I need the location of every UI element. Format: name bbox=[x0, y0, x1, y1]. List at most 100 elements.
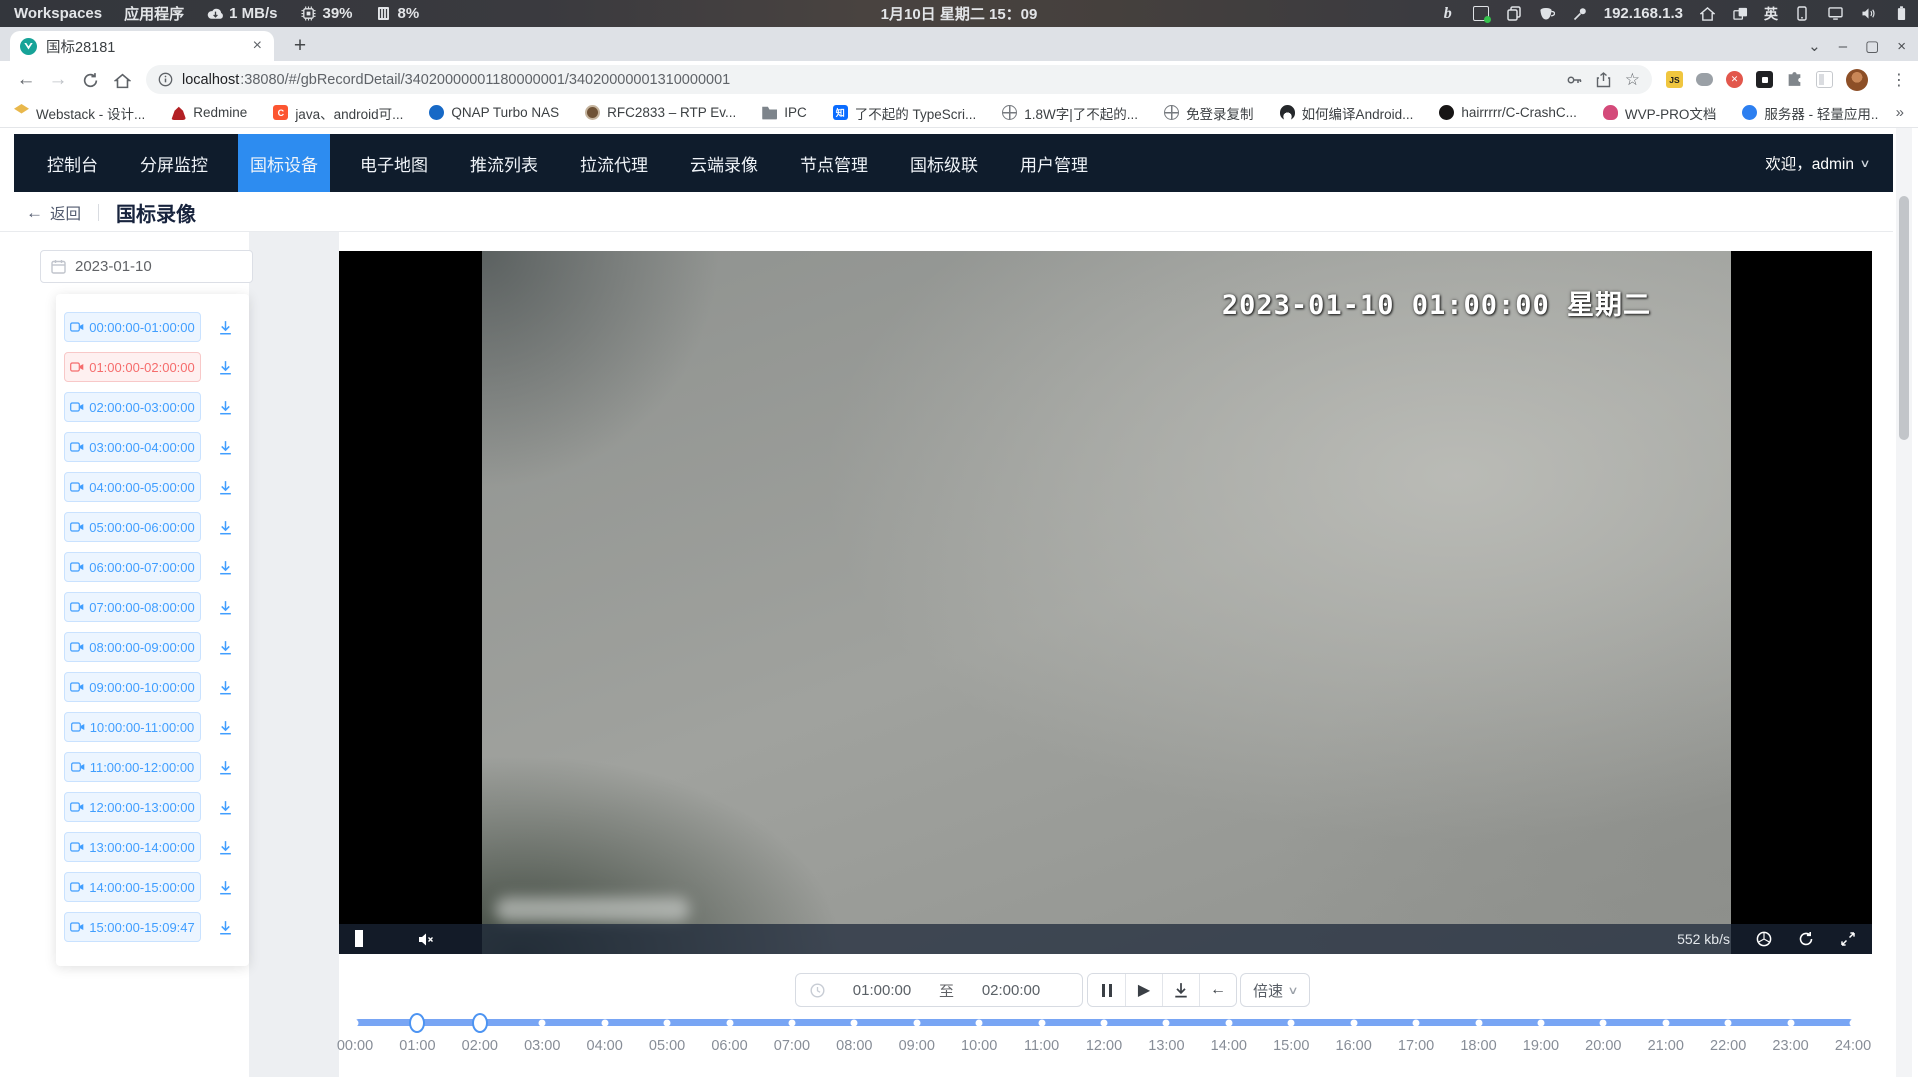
record-segment-button[interactable]: 12:00:00-13:00:00 bbox=[64, 792, 201, 822]
nav-item[interactable]: 用户管理 bbox=[1008, 134, 1100, 192]
timeline-track[interactable] bbox=[355, 1019, 1853, 1026]
coffee-cup-icon[interactable] bbox=[1538, 5, 1556, 23]
record-segment-button[interactable]: 06:00:00-07:00:00 bbox=[64, 552, 201, 582]
browser-back-button[interactable]: ← bbox=[13, 69, 39, 91]
window-minimize-button[interactable]: – bbox=[1839, 38, 1847, 55]
nav-item[interactable]: 国标设备 bbox=[238, 134, 330, 192]
browser-menu-kebab-icon[interactable]: ⋮ bbox=[1891, 70, 1907, 90]
bookmark-star-icon[interactable]: ☆ bbox=[1625, 70, 1640, 90]
tab-search-chevron-icon[interactable]: ⌄ bbox=[1808, 37, 1821, 55]
extension-js-icon[interactable]: JS bbox=[1666, 71, 1683, 88]
nav-item[interactable]: 电子地图 bbox=[348, 134, 440, 192]
phone-link-icon[interactable] bbox=[1793, 5, 1811, 23]
tray-app-notification-icon[interactable] bbox=[1472, 5, 1490, 23]
nav-item[interactable]: 控制台 bbox=[35, 134, 110, 192]
clock-date-button[interactable]: 1月10日 星期二 15：09 bbox=[881, 3, 1038, 24]
record-segment-button[interactable]: 01:00:00-02:00:00 bbox=[64, 352, 201, 382]
date-picker-input[interactable]: 2023-01-10 bbox=[40, 250, 253, 283]
profile-avatar[interactable] bbox=[1846, 69, 1868, 91]
bookmarks-overflow-chevron[interactable]: » bbox=[1896, 104, 1904, 121]
download-record-button[interactable] bbox=[216, 518, 234, 536]
bookmark-item[interactable]: hairrrrr/C-CrashC... bbox=[1439, 105, 1577, 120]
applications-button[interactable]: 应用程序 bbox=[124, 3, 184, 24]
download-record-button[interactable] bbox=[216, 718, 234, 736]
workspaces-button[interactable]: Workspaces bbox=[14, 5, 102, 22]
tab-close-icon[interactable]: × bbox=[251, 38, 264, 54]
download-record-button[interactable] bbox=[216, 838, 234, 856]
download-record-button[interactable] bbox=[216, 358, 234, 376]
record-segment-button[interactable]: 03:00:00-04:00:00 bbox=[64, 432, 201, 462]
nav-item[interactable]: 推流列表 bbox=[458, 134, 550, 192]
record-segment-button[interactable]: 08:00:00-09:00:00 bbox=[64, 632, 201, 662]
record-segment-button[interactable]: 02:00:00-03:00:00 bbox=[64, 392, 201, 422]
browser-home-button[interactable] bbox=[109, 71, 135, 89]
range-start-time[interactable]: 01:00:00 bbox=[825, 982, 939, 999]
bookmark-item[interactable]: C java、android可... bbox=[273, 103, 403, 123]
browser-tab-active[interactable]: 国标28181 × bbox=[10, 31, 274, 61]
pause-button[interactable] bbox=[1088, 974, 1125, 1006]
download-record-button[interactable] bbox=[216, 598, 234, 616]
record-segment-button[interactable]: 09:00:00-10:00:00 bbox=[64, 672, 201, 702]
record-segment-button[interactable]: 14:00:00-15:00:00 bbox=[64, 872, 201, 902]
window-close-button[interactable]: × bbox=[1897, 38, 1906, 55]
window-maximize-button[interactable]: ▢ bbox=[1865, 37, 1879, 55]
download-button[interactable] bbox=[1162, 974, 1199, 1006]
nav-item[interactable]: 云端录像 bbox=[678, 134, 770, 192]
share-icon[interactable] bbox=[1596, 72, 1611, 88]
bookmark-item[interactable]: 服务器 - 轻量应用... bbox=[1742, 103, 1877, 123]
player-pause-button[interactable] bbox=[355, 930, 363, 948]
network-speed-indicator[interactable]: 1 MB/s bbox=[206, 5, 277, 23]
download-record-button[interactable] bbox=[216, 318, 234, 336]
ip-address-indicator[interactable]: 192.168.1.3 bbox=[1604, 5, 1683, 22]
bookmark-item[interactable]: 知 了不起的 TypeScri... bbox=[833, 103, 977, 123]
record-segment-button[interactable]: 04:00:00-05:00:00 bbox=[64, 472, 201, 502]
nav-item[interactable]: 拉流代理 bbox=[568, 134, 660, 192]
bookmark-item[interactable]: 1.8W字|了不起的... bbox=[1002, 103, 1138, 123]
bookmark-item[interactable]: Webstack - 设计... bbox=[14, 103, 145, 123]
record-segment-button[interactable]: 07:00:00-08:00:00 bbox=[64, 592, 201, 622]
fullscreen-icon[interactable] bbox=[1840, 931, 1856, 947]
extension-blocker-icon[interactable]: ✕ bbox=[1726, 71, 1743, 88]
download-record-button[interactable] bbox=[216, 558, 234, 576]
video-player[interactable]: 2023-01-10 01:00:00 星期二 552 kb/s bbox=[339, 251, 1872, 954]
scrollbar-thumb[interactable] bbox=[1899, 196, 1909, 440]
clipboard-copy-icon[interactable] bbox=[1505, 5, 1523, 23]
nav-item[interactable]: 国标级联 bbox=[898, 134, 990, 192]
record-segment-button[interactable]: 00:00:00-01:00:00 bbox=[64, 312, 201, 342]
browser-reload-button[interactable] bbox=[77, 70, 103, 89]
refresh-icon[interactable] bbox=[1798, 931, 1814, 947]
workspaces-overview-icon[interactable] bbox=[1731, 5, 1749, 23]
download-record-button[interactable] bbox=[216, 798, 234, 816]
bookmark-item[interactable]: 如何编译Android... bbox=[1280, 103, 1414, 123]
record-segment-button[interactable]: 13:00:00-14:00:00 bbox=[64, 832, 201, 862]
snapshot-aperture-icon[interactable] bbox=[1756, 931, 1772, 947]
timeline-end-handle[interactable] bbox=[472, 1013, 488, 1033]
range-end-time[interactable]: 02:00:00 bbox=[954, 982, 1068, 999]
bookmark-item[interactable]: RFC2833 – RTP Ev... bbox=[585, 105, 736, 120]
browser-forward-button[interactable]: → bbox=[45, 69, 71, 91]
welcome-admin-menu[interactable]: 欢迎，admin ∨ bbox=[1765, 152, 1893, 174]
tray-app-b-icon[interactable]: b bbox=[1439, 5, 1457, 23]
bookmark-item[interactable]: Redmine bbox=[171, 105, 247, 120]
download-record-button[interactable] bbox=[216, 758, 234, 776]
volume-icon[interactable] bbox=[1859, 5, 1877, 23]
site-info-icon[interactable] bbox=[158, 72, 173, 87]
side-panel-icon[interactable] bbox=[1816, 71, 1833, 88]
download-record-button[interactable] bbox=[216, 918, 234, 936]
nav-item[interactable]: 分屏监控 bbox=[128, 134, 220, 192]
extension-dark-icon[interactable] bbox=[1756, 71, 1773, 88]
time-range-input[interactable]: 01:00:00 至 02:00:00 bbox=[795, 973, 1083, 1007]
download-record-button[interactable] bbox=[216, 438, 234, 456]
color-picker-icon[interactable] bbox=[1571, 5, 1589, 23]
cpu-usage-indicator[interactable]: 39% bbox=[299, 5, 352, 23]
record-segment-button[interactable]: 10:00:00-11:00:00 bbox=[64, 712, 201, 742]
display-icon[interactable] bbox=[1826, 5, 1844, 23]
timeline-start-handle[interactable] bbox=[409, 1013, 425, 1033]
address-bar[interactable]: localhost:38080/#/gbRecordDetail/3402000… bbox=[146, 65, 1652, 94]
playback-speed-dropdown[interactable]: 倍速 ∨ bbox=[1240, 973, 1310, 1007]
record-segment-button[interactable]: 15:00:00-15:09:47 bbox=[64, 912, 201, 942]
password-key-icon[interactable] bbox=[1566, 72, 1582, 88]
new-tab-button[interactable]: + bbox=[288, 35, 312, 57]
memory-usage-indicator[interactable]: 8% bbox=[375, 5, 420, 23]
record-segment-button[interactable]: 11:00:00-12:00:00 bbox=[64, 752, 201, 782]
